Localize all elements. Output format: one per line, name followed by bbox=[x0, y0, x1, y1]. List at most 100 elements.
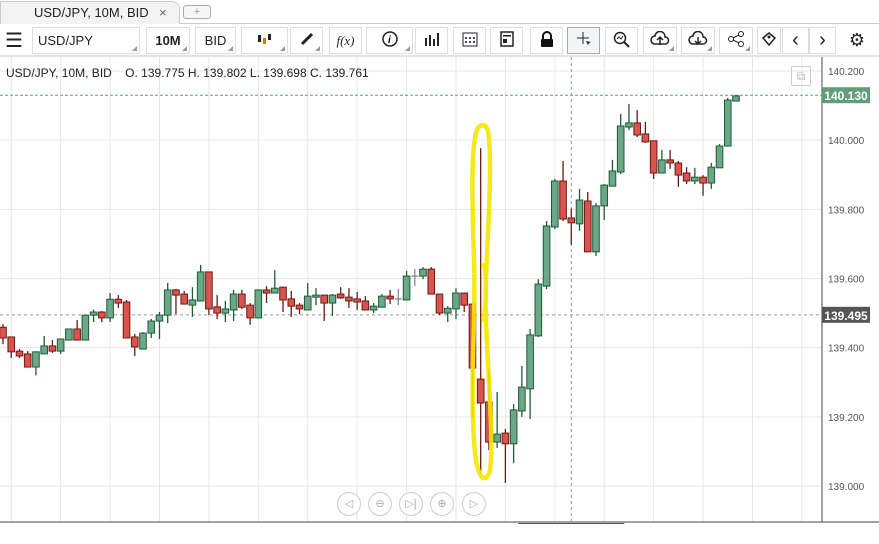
candle-up bbox=[608, 170, 617, 187]
candle-up bbox=[542, 225, 551, 287]
popout-icon[interactable]: ⧉ bbox=[791, 66, 811, 86]
candle-up bbox=[32, 351, 40, 368]
candle-down bbox=[98, 311, 106, 319]
candle-down bbox=[386, 295, 394, 300]
candle-down bbox=[238, 293, 246, 308]
candle-up bbox=[443, 307, 452, 314]
chevron-right-icon[interactable]: › bbox=[809, 27, 836, 54]
chart-type-button[interactable] bbox=[241, 27, 288, 54]
gear-icon[interactable]: ⚙ bbox=[843, 27, 871, 54]
candle-up bbox=[188, 299, 197, 306]
candle-up bbox=[369, 305, 378, 311]
template-button[interactable] bbox=[757, 27, 781, 54]
candle-up bbox=[56, 338, 65, 352]
candle-up bbox=[509, 409, 518, 445]
candle-up bbox=[106, 298, 114, 319]
new-tab-button[interactable]: + bbox=[183, 5, 211, 19]
candle-down bbox=[345, 296, 353, 302]
candle-up bbox=[534, 283, 543, 337]
candle-down bbox=[427, 268, 436, 295]
share-icon bbox=[727, 31, 745, 50]
y-tick-label: 140.000 bbox=[828, 136, 865, 147]
y-tick-label: 139.200 bbox=[828, 413, 865, 424]
candle-down bbox=[279, 286, 287, 301]
candle-down bbox=[435, 293, 444, 314]
chevron-left-icon[interactable]: ‹ bbox=[782, 27, 809, 54]
indicators-button[interactable]: f(x) bbox=[329, 27, 362, 54]
draw-button[interactable] bbox=[290, 27, 323, 54]
y-tick-label: 139.000 bbox=[828, 482, 865, 493]
candle-up bbox=[229, 293, 238, 311]
download-button[interactable] bbox=[681, 27, 715, 54]
report-button[interactable] bbox=[490, 27, 523, 54]
candle-up bbox=[575, 199, 584, 225]
candle-up bbox=[723, 99, 732, 147]
zoom-out-button[interactable]: ⊖ bbox=[368, 492, 392, 516]
candle-down bbox=[361, 300, 370, 311]
candle-up bbox=[625, 122, 633, 128]
price-chart[interactable]: 140.200 140.000 139.800 139.600 139.400 139.2… bbox=[0, 57, 879, 524]
calendar-button[interactable] bbox=[453, 27, 486, 54]
cloud-upload-icon bbox=[650, 30, 670, 50]
symbol-value: USD/JPY bbox=[38, 33, 93, 48]
candle-down bbox=[353, 298, 361, 303]
svg-text:i: i bbox=[388, 35, 391, 46]
period-value: 10M bbox=[155, 33, 181, 48]
candle-down bbox=[666, 159, 674, 164]
candle-up bbox=[707, 166, 716, 184]
candle-up bbox=[452, 292, 460, 310]
volume-button[interactable] bbox=[415, 27, 448, 54]
scroll-right-button[interactable]: ▷ bbox=[462, 492, 486, 516]
chart-legend: USD/JPY, 10M, BID O. 139.775 H. 139.802 … bbox=[6, 66, 369, 80]
y-tick-label: 139.800 bbox=[828, 205, 865, 216]
candle-up bbox=[147, 320, 156, 334]
candle-down bbox=[476, 378, 485, 404]
tab-bar: USD/JPY, 10M, BID × + bbox=[0, 0, 879, 25]
symbol-select[interactable]: USD/JPY bbox=[32, 27, 140, 54]
legend-title: USD/JPY, 10M, BID bbox=[6, 66, 112, 80]
candle-up bbox=[89, 311, 98, 316]
lock-button[interactable] bbox=[530, 27, 563, 54]
candle-up bbox=[600, 184, 609, 207]
candle-down bbox=[320, 294, 329, 304]
candle-down bbox=[262, 289, 271, 294]
candle-down bbox=[295, 304, 304, 310]
candle-up bbox=[493, 433, 501, 443]
info-icon: i bbox=[381, 31, 398, 50]
candle-up bbox=[378, 295, 386, 308]
candle-down bbox=[583, 200, 592, 253]
candle-up bbox=[518, 386, 526, 412]
candle-up bbox=[658, 159, 666, 174]
candle-down bbox=[641, 133, 650, 143]
tab-usdjpy[interactable]: USD/JPY, 10M, BID × bbox=[0, 1, 180, 25]
candle-down bbox=[48, 345, 57, 352]
crosshair-button[interactable] bbox=[567, 27, 600, 54]
info-button[interactable]: i bbox=[366, 27, 413, 54]
candle-down bbox=[205, 271, 213, 310]
candles-icon bbox=[257, 33, 273, 48]
period-select[interactable]: 10M bbox=[146, 27, 190, 54]
legend-ohlc: O. 139.775 H. 139.802 L. 139.698 C. 139.… bbox=[125, 66, 369, 80]
side-select[interactable]: BID bbox=[195, 27, 236, 54]
candle-up bbox=[419, 268, 427, 277]
candle-up bbox=[40, 345, 48, 355]
candle-up bbox=[65, 328, 73, 341]
close-tab-icon[interactable]: × bbox=[159, 2, 167, 24]
candle-down bbox=[682, 172, 691, 182]
share-button[interactable] bbox=[719, 27, 753, 54]
candle-down bbox=[567, 217, 576, 224]
scroll-left-button[interactable]: ◁ bbox=[337, 492, 361, 516]
upload-button[interactable] bbox=[643, 27, 677, 54]
candle-up bbox=[551, 180, 559, 228]
candle-up bbox=[155, 314, 164, 322]
hamburger-icon[interactable]: ☰ bbox=[0, 27, 28, 54]
reset-to-latest-button[interactable]: ▷| bbox=[399, 492, 423, 516]
zoom-in-button[interactable]: ⊕ bbox=[430, 492, 454, 516]
magnifier-chart-icon bbox=[613, 31, 630, 51]
report-icon bbox=[499, 31, 514, 50]
candle-up bbox=[715, 145, 724, 169]
candle-down bbox=[180, 293, 188, 305]
candle-up bbox=[312, 294, 320, 298]
zoom-area-button[interactable] bbox=[605, 27, 638, 54]
candle-down bbox=[501, 432, 510, 445]
